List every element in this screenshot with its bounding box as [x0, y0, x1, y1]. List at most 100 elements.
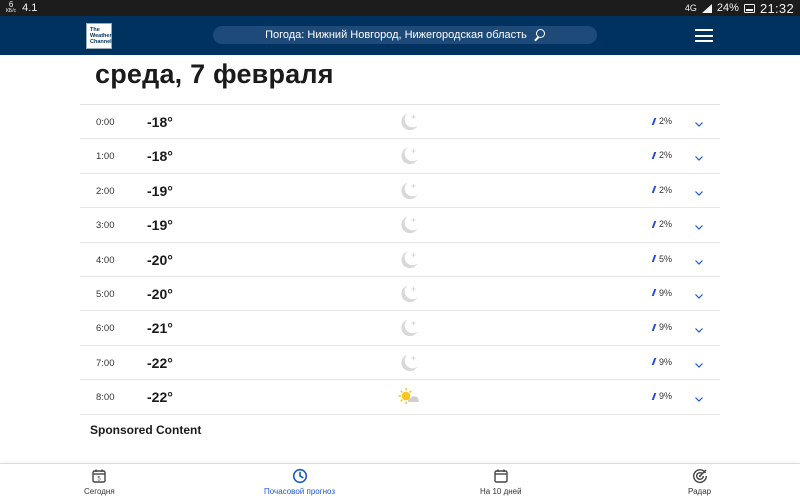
clear-night-icon — [398, 352, 420, 374]
precipitation-value: 9% — [659, 391, 673, 402]
location-search-text: Погода: Нижний Новгород, Нижегородская о… — [265, 29, 527, 41]
chevron-down-icon[interactable] — [694, 219, 704, 231]
clock-time: 21:32 — [759, 0, 794, 16]
nav-10-day-label: На 10 дней — [480, 487, 522, 496]
chevron-down-icon[interactable] — [694, 185, 704, 196]
precipitation-value: 9% — [659, 322, 673, 333]
hour-precipitation: 2% — [651, 219, 673, 230]
hour-precipitation: 2% — [651, 150, 673, 161]
hour-precipitation: 9% — [651, 322, 673, 333]
nav-today[interactable]: 5 Сегодня — [84, 468, 115, 496]
hour-temperature: -18° — [147, 114, 173, 130]
status-bar: 6 КБ/с 4.1 4G 24% 21:32 — [0, 0, 800, 16]
location-search-bar[interactable]: Погода: Нижний Новгород, Нижегородская о… — [213, 26, 597, 44]
precipitation-value: 9% — [659, 287, 673, 298]
hour-time: 5:00 — [96, 288, 115, 300]
clear-night-icon — [398, 249, 420, 271]
clear-night-icon — [398, 111, 420, 133]
hour-time: 6:00 — [96, 323, 115, 335]
hour-temperature: -19° — [147, 182, 173, 199]
hour-precipitation: 2% — [651, 184, 673, 195]
logo-line: Channel — [90, 39, 112, 45]
raindrop-icon — [651, 186, 659, 194]
hour-row[interactable]: 8:00 -22° 9% — [80, 380, 720, 415]
network-label: 4.1 — [22, 2, 38, 14]
chevron-down-icon[interactable] — [694, 288, 704, 299]
hour-row[interactable]: 7:00 -22° 9% — [80, 346, 720, 381]
hour-time: 2:00 — [96, 185, 115, 197]
raindrop-icon — [651, 323, 659, 331]
hour-precipitation: 9% — [651, 391, 673, 402]
chevron-down-icon[interactable] — [694, 254, 704, 265]
nav-today-label: Сегодня — [84, 487, 115, 496]
chevron-down-icon[interactable] — [694, 150, 704, 162]
raindrop-icon — [651, 220, 659, 228]
status-left: 6 КБ/с 4.1 — [6, 1, 37, 15]
precipitation-value: 9% — [659, 356, 673, 367]
hour-row[interactable]: 5:00 -20° 9% — [80, 277, 720, 312]
hour-row[interactable]: 0:00 -18° 2% — [80, 105, 720, 140]
precipitation-value: 2% — [659, 219, 673, 230]
precipitation-value: 5% — [659, 253, 673, 264]
nav-10-day[interactable]: На 10 дней — [480, 468, 522, 496]
hour-time: 3:00 — [96, 220, 115, 232]
nav-hourly-label: Почасовой прогноз — [264, 487, 336, 496]
hour-row[interactable]: 6:00 -21° 9% — [80, 311, 720, 346]
hamburger-menu-icon[interactable] — [695, 29, 713, 42]
clock-icon — [292, 468, 307, 484]
network-speed: 6 КБ/с — [6, 1, 16, 15]
precipitation-value: 2% — [659, 116, 673, 126]
hour-time: 4:00 — [96, 254, 115, 266]
chevron-down-icon[interactable] — [694, 116, 704, 127]
calendar-today-icon: 5 — [92, 469, 107, 483]
clear-night-icon — [398, 180, 420, 202]
battery-icon — [743, 3, 755, 13]
raindrop-icon — [651, 117, 659, 125]
hour-precipitation: 5% — [651, 253, 673, 264]
precipitation-value: 2% — [659, 184, 673, 195]
radar-icon — [692, 469, 707, 484]
hour-time: 0:00 — [96, 117, 115, 128]
hour-row[interactable]: 4:00 -20° 5% — [80, 243, 720, 277]
hour-temperature: -21° — [147, 320, 173, 337]
chevron-down-icon[interactable] — [694, 357, 704, 368]
hour-precipitation: 9% — [651, 287, 673, 298]
raindrop-icon — [651, 255, 659, 263]
weather-channel-logo[interactable]: The Weather Channel — [86, 23, 112, 49]
precipitation-value: 2% — [659, 150, 673, 161]
raindrop-icon — [651, 151, 659, 159]
signal-icon — [701, 3, 712, 13]
nav-radar-label: Радар — [688, 487, 712, 496]
day-title: среда, 7 февраля — [95, 59, 334, 89]
hour-temperature: -22° — [147, 389, 173, 406]
clear-night-icon — [398, 145, 420, 167]
nav-hourly[interactable]: Почасовой прогноз — [264, 468, 335, 496]
clear-night-icon — [398, 283, 420, 305]
signal-label: 4G — [684, 3, 697, 13]
hour-time: 8:00 — [96, 392, 115, 404]
clear-night-icon — [398, 317, 420, 339]
raindrop-icon — [651, 358, 659, 366]
hour-temperature: -20° — [147, 251, 173, 268]
hour-precipitation: 9% — [651, 356, 673, 367]
hour-time: 1:00 — [96, 151, 115, 163]
calendar-icon — [494, 469, 508, 483]
hour-temperature: -19° — [147, 217, 173, 234]
hour-row[interactable]: 1:00 -18° 2% — [80, 139, 720, 174]
network-speed-unit: КБ/с — [6, 8, 17, 14]
search-icon — [533, 29, 545, 41]
raindrop-icon — [651, 392, 659, 400]
chevron-down-icon[interactable] — [694, 391, 704, 402]
bottom-navigation: 5 Сегодня Почасовой прогноз На 10 дней Р… — [0, 463, 800, 500]
partly-sunny-icon — [398, 386, 420, 408]
chevron-down-icon[interactable] — [694, 322, 704, 334]
battery-percent: 24% — [716, 2, 739, 14]
hour-temperature: -22° — [147, 354, 173, 371]
status-right: 4G 24% 21:32 — [685, 1, 794, 16]
hour-row[interactable]: 2:00 -19° 2% — [80, 174, 720, 209]
app-header: The Weather Channel Погода: Нижний Новго… — [0, 16, 800, 55]
hour-temperature: -20° — [147, 285, 173, 302]
nav-radar[interactable]: Радар — [688, 468, 711, 496]
hour-row[interactable]: 3:00 -19° 2% — [80, 208, 720, 243]
hour-temperature: -18° — [147, 148, 173, 165]
